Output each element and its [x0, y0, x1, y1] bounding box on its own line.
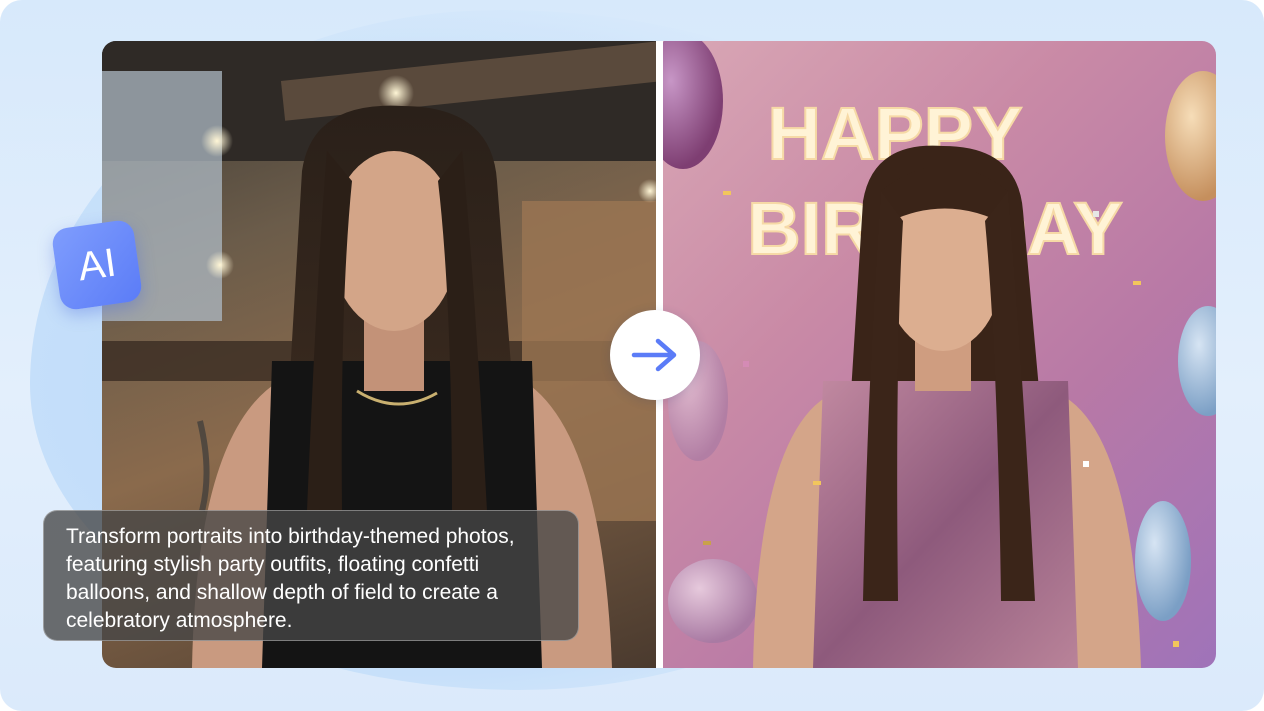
feature-caption: Transform portraits into birthday-themed…	[43, 510, 579, 641]
ai-badge: AI	[50, 218, 144, 312]
after-photo-illustration: HAPPY BIRTHDAY	[663, 41, 1216, 668]
transform-arrow-button[interactable]	[610, 310, 700, 400]
arrow-right-icon	[631, 338, 677, 372]
after-photo: HAPPY BIRTHDAY	[663, 41, 1216, 668]
comparison-stage: HAPPY BIRTHDAY	[0, 0, 1264, 711]
